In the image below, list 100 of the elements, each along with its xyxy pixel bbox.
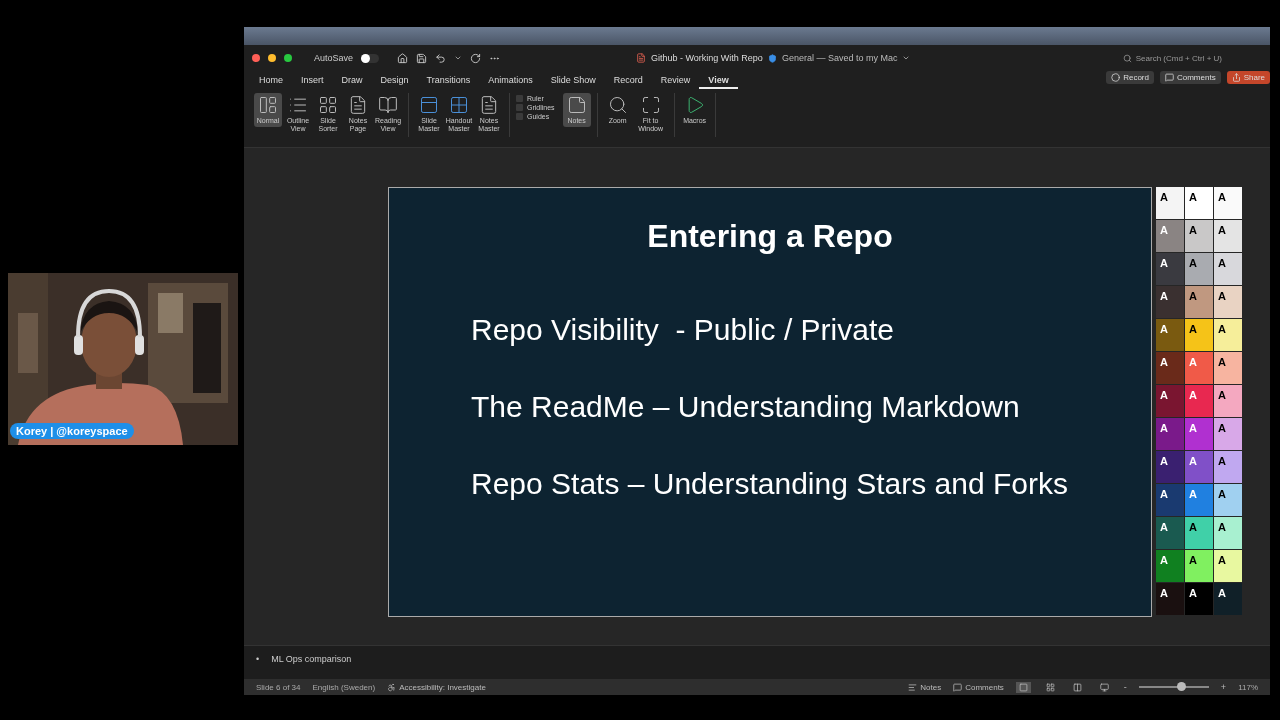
save-location[interactable]: General — Saved to my Mac	[781, 53, 898, 63]
color-swatch: A	[1185, 253, 1213, 285]
layout-icon	[258, 95, 278, 115]
color-swatch: A	[1156, 418, 1184, 450]
book-icon	[378, 95, 398, 115]
ribbon-tab[interactable]: Animations	[479, 73, 542, 89]
note-icon	[566, 95, 587, 115]
color-swatch: A	[1156, 550, 1184, 582]
ribbon-tab[interactable]: Draw	[332, 73, 372, 89]
save-icon[interactable]	[416, 52, 428, 64]
notes-text: ML Ops comparison	[271, 654, 352, 666]
color-swatch: A	[1214, 418, 1242, 450]
color-swatch: A	[1214, 451, 1242, 483]
bullet-mark: •	[256, 654, 260, 666]
ribbon-tab[interactable]: Slide Show	[541, 73, 605, 89]
caret-icon[interactable]	[902, 54, 911, 62]
color-swatch: A	[1156, 583, 1184, 615]
share-button[interactable]: Share	[1226, 71, 1270, 84]
zoom-in-button[interactable]: +	[1220, 682, 1227, 692]
color-swatch: A	[1185, 352, 1213, 384]
color-swatch: A	[1156, 385, 1184, 417]
slide-icon	[419, 95, 439, 115]
caret-icon[interactable]	[454, 54, 463, 62]
frame-icon	[640, 95, 661, 115]
page-icon	[479, 95, 499, 115]
lines-icon	[908, 682, 918, 692]
minimize-icon[interactable]	[268, 54, 276, 62]
record-button[interactable]: Record	[1106, 71, 1154, 84]
ribbon-tab[interactable]: Home	[250, 73, 292, 89]
slide-bullet: The ReadMe – Understanding Markdown	[471, 390, 1020, 424]
color-swatch: A	[1214, 187, 1242, 219]
home-icon[interactable]	[397, 52, 409, 64]
ribbon-tab[interactable]: Record	[604, 73, 652, 89]
magnifier-icon	[607, 95, 628, 115]
comments-button[interactable]: Comments	[953, 682, 1004, 692]
language-label[interactable]: English (Sweden)	[312, 682, 376, 692]
search-field[interactable]: Search (Cmd + Ctrl + U)	[1135, 53, 1222, 63]
color-swatch: A	[1185, 385, 1213, 417]
color-swatch: A	[1214, 583, 1242, 615]
speech-bubble-icon	[1164, 73, 1174, 82]
zoom-reading: 117%	[1238, 682, 1258, 692]
color-swatch: A	[1214, 286, 1242, 318]
color-swatch: A	[1185, 319, 1213, 351]
autosave-toggle[interactable]	[361, 53, 380, 63]
window-title: Github - Working With Repo	[651, 53, 763, 63]
color-swatch: A	[1185, 451, 1213, 483]
color-swatch: A	[1185, 517, 1213, 549]
color-swatch: A	[1156, 352, 1184, 384]
color-swatch: A	[1156, 517, 1184, 549]
color-swatch: A	[1185, 484, 1213, 516]
close-icon[interactable]	[252, 54, 260, 62]
slide-title: Entering a Repo	[647, 218, 893, 255]
redo-icon[interactable]	[470, 52, 482, 64]
ribbon-tab[interactable]: Design	[371, 73, 418, 89]
color-swatch: A	[1214, 253, 1242, 285]
color-swatch: A	[1156, 319, 1184, 351]
ribbon-tab[interactable]: Review	[651, 73, 700, 89]
maximize-icon[interactable]	[284, 54, 292, 62]
autosave-label: AutoSave	[314, 53, 354, 63]
color-swatch: A	[1214, 484, 1242, 516]
color-swatch: A	[1156, 220, 1184, 252]
color-swatch: A	[1214, 550, 1242, 582]
grid-icon	[318, 95, 338, 115]
share-icon	[1231, 73, 1241, 82]
ribbon-tab[interactable]: View	[699, 73, 738, 89]
record-icon	[1111, 73, 1121, 82]
color-swatch: A	[1185, 286, 1213, 318]
name-tag: Korey | @koreyspace	[10, 423, 134, 439]
slide-bullet: Repo Visibility - Public / Private	[471, 313, 894, 347]
ribbon-tab[interactable]: Transitions	[417, 73, 480, 89]
color-swatch: A	[1214, 319, 1242, 351]
shield-icon	[767, 53, 777, 63]
color-swatch: A	[1156, 451, 1184, 483]
grid-icon	[449, 95, 469, 115]
color-swatch: A	[1156, 286, 1184, 318]
document-icon	[636, 53, 646, 63]
notes-button[interactable]: Notes	[908, 682, 942, 692]
undo-icon[interactable]	[435, 52, 447, 64]
speech-bubble-icon	[953, 682, 963, 692]
color-swatch: A	[1185, 418, 1213, 450]
color-swatch: A	[1185, 220, 1213, 252]
accessibility-button[interactable]: Accessibility: Investigate	[387, 682, 486, 692]
color-swatch: A	[1156, 484, 1184, 516]
ribbon-tab[interactable]: Insert	[292, 73, 333, 89]
comments-button[interactable]: Comments	[1159, 71, 1221, 84]
color-swatch: A	[1185, 583, 1213, 615]
view-button[interactable]	[1015, 681, 1031, 693]
color-swatch: A	[1156, 187, 1184, 219]
slide-bullet: Repo Stats – Understanding Stars and Forks	[471, 467, 1068, 501]
color-swatch: A	[1214, 220, 1242, 252]
color-swatch: A	[1156, 253, 1184, 285]
color-swatch: A	[1214, 352, 1242, 384]
slide-counter: Slide 6 of 34	[256, 682, 301, 692]
color-swatch: A	[1185, 550, 1213, 582]
color-swatch: A	[1214, 517, 1242, 549]
person-icon	[387, 682, 397, 692]
search-icon	[1122, 53, 1132, 63]
zoom-out-button[interactable]: -	[1123, 682, 1127, 692]
color-swatch: A	[1185, 187, 1213, 219]
slide[interactable]: Entering a Repo Repo Visibility - Public / Private The ReadMe – Understanding Markdown Repo Stats – Understanding Stars and Forks	[388, 187, 1152, 617]
